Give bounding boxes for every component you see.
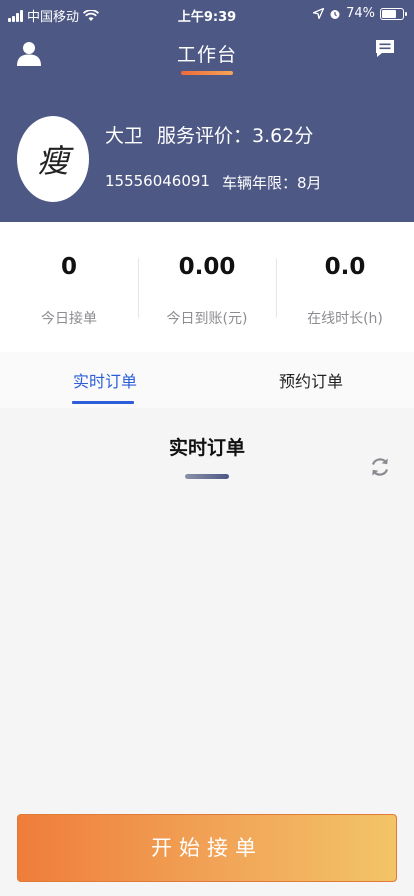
- driver-name: 大卫: [105, 125, 144, 147]
- stats-panel: 0 今日接单 0.00 今日到账(元) 0.0 在线时长(h): [0, 222, 414, 352]
- profile-summary: 大卫 服务评价：3.62分: [105, 121, 313, 148]
- title-underline: [181, 71, 233, 75]
- service-rating: 服务评价：3.62分: [157, 125, 314, 147]
- avatar[interactable]: 瘦: [17, 116, 89, 202]
- chat-icon[interactable]: [374, 38, 396, 60]
- header: 中国移动 上午9:39 74% 工作台 瘦 大卫 服务评价：3.62分 1555…: [0, 0, 414, 222]
- start-accepting-orders-button[interactable]: 开始接单: [17, 814, 397, 882]
- stat-value: 0: [60, 254, 77, 280]
- active-tab-indicator: [72, 401, 134, 404]
- stat-label: 今日到账(元): [166, 311, 248, 327]
- refresh-icon[interactable]: [370, 456, 390, 478]
- battery-percent: 74%: [346, 6, 375, 21]
- stat-label: 今日接单: [41, 311, 97, 327]
- alarm-icon: [330, 9, 340, 19]
- driver-phone: 15556046091: [105, 172, 210, 190]
- stat-value: 0.0: [324, 254, 366, 280]
- section-title-bar: [185, 474, 229, 479]
- stat-online-hours: 0.0 在线时长(h): [276, 222, 414, 352]
- tab-reserved-orders[interactable]: 预约订单: [279, 368, 343, 392]
- stat-income-today: 0.00 今日到账(元): [138, 222, 276, 352]
- profile-details: 15556046091 车辆年限：8月: [105, 172, 322, 193]
- avatar-text: 瘦: [36, 142, 69, 180]
- vehicle-years: 车辆年限：8月: [221, 174, 322, 192]
- section-title: 实时订单: [168, 437, 245, 459]
- stat-orders-today: 0 今日接单: [0, 222, 138, 352]
- status-bar: 中国移动 上午9:39 74%: [0, 0, 414, 28]
- location-arrow-icon: [313, 8, 325, 19]
- page-title: 工作台: [176, 44, 237, 66]
- tab-realtime-orders[interactable]: 实时订单: [73, 368, 137, 392]
- order-tabs: 实时订单 预约订单: [0, 352, 414, 408]
- stat-label: 在线时长(h): [307, 311, 383, 327]
- battery-icon: [380, 7, 407, 20]
- stat-value: 0.00: [178, 254, 236, 280]
